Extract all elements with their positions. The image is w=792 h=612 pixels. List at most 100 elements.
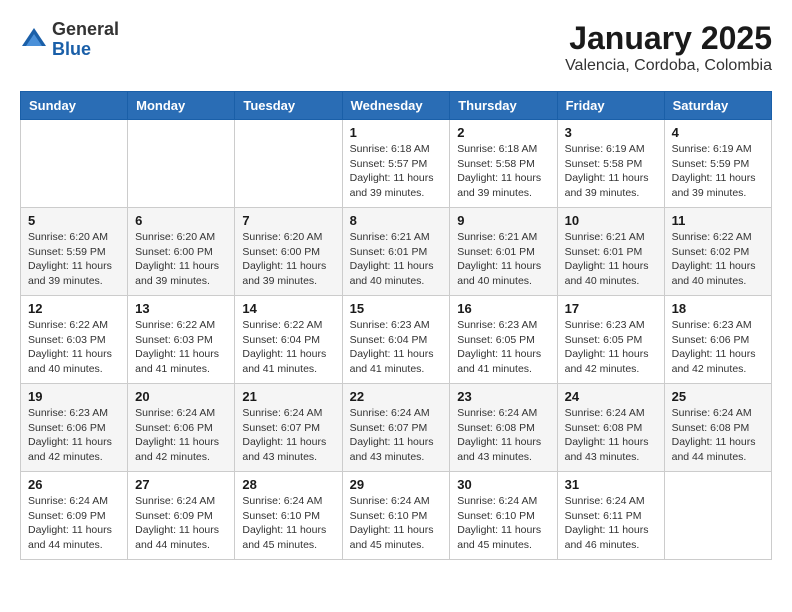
calendar-cell: 5 Sunrise: 6:20 AM Sunset: 5:59 PM Daylig… <box>21 208 128 296</box>
calendar-cell: 24Sunrise: 6:24 AM Sunset: 6:08 PM Dayli… <box>557 384 664 472</box>
calendar-cell: 16Sunrise: 6:23 AM Sunset: 6:05 PM Dayli… <box>450 296 557 384</box>
calendar-header-tuesday: Tuesday <box>235 92 342 120</box>
calendar-cell: 12 Sunrise: 6:22 AM Sunset: 6:03 PM Dayli… <box>21 296 128 384</box>
calendar-cell: 27 Sunrise: 6:24 AM Sunset: 6:09 PM Dayli… <box>128 472 235 560</box>
day-number: 18 <box>672 301 764 316</box>
day-info: Sunrise: 6:20 AM Sunset: 5:59 PM Dayligh… <box>28 230 120 289</box>
calendar-cell: 28Sunrise: 6:24 AM Sunset: 6:10 PM Dayli… <box>235 472 342 560</box>
day-number: 1 <box>350 125 443 140</box>
calendar-week-row: 1 Sunrise: 6:18 AM Sunset: 5:57 PM Daylig… <box>21 120 772 208</box>
calendar-cell: 29 Sunrise: 6:24 AM Sunset: 6:10 PM Dayli… <box>342 472 450 560</box>
calendar-week-row: 5 Sunrise: 6:20 AM Sunset: 5:59 PM Daylig… <box>21 208 772 296</box>
calendar-cell: 20 Sunrise: 6:24 AM Sunset: 6:06 PM Dayli… <box>128 384 235 472</box>
day-info: Sunrise: 6:21 AM Sunset: 6:01 PM Dayligh… <box>565 230 657 289</box>
logo-text: General Blue <box>52 20 119 60</box>
calendar-cell: 19Sunrise: 6:23 AM Sunset: 6:06 PM Dayli… <box>21 384 128 472</box>
calendar-week-row: 12 Sunrise: 6:22 AM Sunset: 6:03 PM Dayli… <box>21 296 772 384</box>
calendar-cell: 21Sunrise: 6:24 AM Sunset: 6:07 PM Dayli… <box>235 384 342 472</box>
calendar-cell: 31Sunrise: 6:24 AM Sunset: 6:11 PM Dayli… <box>557 472 664 560</box>
day-info: Sunrise: 6:22 AM Sunset: 6:03 PM Dayligh… <box>28 318 120 377</box>
calendar-cell <box>664 472 771 560</box>
day-number: 13 <box>135 301 227 316</box>
day-number: 25 <box>672 389 764 404</box>
day-number: 3 <box>565 125 657 140</box>
day-info: Sunrise: 6:23 AM Sunset: 6:04 PM Dayligh… <box>350 318 443 377</box>
calendar-cell: 10 Sunrise: 6:21 AM Sunset: 6:01 PM Dayli… <box>557 208 664 296</box>
day-number: 20 <box>135 389 227 404</box>
day-number: 9 <box>457 213 549 228</box>
calendar-cell: 30 Sunrise: 6:24 AM Sunset: 6:10 PM Dayli… <box>450 472 557 560</box>
day-number: 10 <box>565 213 657 228</box>
day-number: 17 <box>565 301 657 316</box>
calendar-cell <box>21 120 128 208</box>
calendar-cell: 1 Sunrise: 6:18 AM Sunset: 5:57 PM Daylig… <box>342 120 450 208</box>
day-info: Sunrise: 6:24 AM Sunset: 6:08 PM Dayligh… <box>672 406 764 465</box>
calendar-cell: 22 Sunrise: 6:24 AM Sunset: 6:07 PM Dayli… <box>342 384 450 472</box>
calendar-table: SundayMondayTuesdayWednesdayThursdayFrid… <box>20 91 772 560</box>
day-info: Sunrise: 6:20 AM Sunset: 6:00 PM Dayligh… <box>135 230 227 289</box>
calendar-cell: 11 Sunrise: 6:22 AM Sunset: 6:02 PM Dayli… <box>664 208 771 296</box>
day-number: 6 <box>135 213 227 228</box>
calendar-cell: 15Sunrise: 6:23 AM Sunset: 6:04 PM Dayli… <box>342 296 450 384</box>
day-number: 7 <box>242 213 334 228</box>
calendar-cell: 13 Sunrise: 6:22 AM Sunset: 6:03 PM Dayli… <box>128 296 235 384</box>
day-info: Sunrise: 6:24 AM Sunset: 6:10 PM Dayligh… <box>457 494 549 553</box>
logo-general: General <box>52 20 119 40</box>
page-header: General Blue January 2025 Valencia, Cord… <box>20 20 772 75</box>
calendar-cell: 6 Sunrise: 6:20 AM Sunset: 6:00 PM Daylig… <box>128 208 235 296</box>
day-info: Sunrise: 6:24 AM Sunset: 6:06 PM Dayligh… <box>135 406 227 465</box>
day-info: Sunrise: 6:21 AM Sunset: 6:01 PM Dayligh… <box>457 230 549 289</box>
calendar-cell: 2Sunrise: 6:18 AM Sunset: 5:58 PM Daylig… <box>450 120 557 208</box>
day-info: Sunrise: 6:24 AM Sunset: 6:08 PM Dayligh… <box>457 406 549 465</box>
day-number: 5 <box>28 213 120 228</box>
day-number: 21 <box>242 389 334 404</box>
day-number: 2 <box>457 125 549 140</box>
day-number: 26 <box>28 477 120 492</box>
day-number: 31 <box>565 477 657 492</box>
day-number: 29 <box>350 477 443 492</box>
page-title: January 2025 <box>565 20 772 57</box>
day-info: Sunrise: 6:19 AM Sunset: 5:59 PM Dayligh… <box>672 142 764 201</box>
calendar-header-thursday: Thursday <box>450 92 557 120</box>
title-block: January 2025 Valencia, Cordoba, Colombia <box>565 20 772 75</box>
day-number: 16 <box>457 301 549 316</box>
day-info: Sunrise: 6:22 AM Sunset: 6:02 PM Dayligh… <box>672 230 764 289</box>
calendar-header-saturday: Saturday <box>664 92 771 120</box>
day-info: Sunrise: 6:22 AM Sunset: 6:03 PM Dayligh… <box>135 318 227 377</box>
calendar-cell: 18Sunrise: 6:23 AM Sunset: 6:06 PM Dayli… <box>664 296 771 384</box>
calendar-cell <box>128 120 235 208</box>
day-number: 28 <box>242 477 334 492</box>
calendar-cell: 26 Sunrise: 6:24 AM Sunset: 6:09 PM Dayli… <box>21 472 128 560</box>
day-info: Sunrise: 6:18 AM Sunset: 5:57 PM Dayligh… <box>350 142 443 201</box>
calendar-header-wednesday: Wednesday <box>342 92 450 120</box>
calendar-header-row: SundayMondayTuesdayWednesdayThursdayFrid… <box>21 92 772 120</box>
logo: General Blue <box>20 20 119 60</box>
calendar-header-friday: Friday <box>557 92 664 120</box>
day-info: Sunrise: 6:20 AM Sunset: 6:00 PM Dayligh… <box>242 230 334 289</box>
logo-blue: Blue <box>52 40 119 60</box>
calendar-cell: 23 Sunrise: 6:24 AM Sunset: 6:08 PM Dayli… <box>450 384 557 472</box>
calendar-cell <box>235 120 342 208</box>
day-number: 22 <box>350 389 443 404</box>
logo-icon <box>20 26 48 54</box>
day-info: Sunrise: 6:24 AM Sunset: 6:09 PM Dayligh… <box>28 494 120 553</box>
day-info: Sunrise: 6:24 AM Sunset: 6:09 PM Dayligh… <box>135 494 227 553</box>
day-number: 12 <box>28 301 120 316</box>
day-number: 27 <box>135 477 227 492</box>
calendar-cell: 9 Sunrise: 6:21 AM Sunset: 6:01 PM Daylig… <box>450 208 557 296</box>
calendar-cell: 4 Sunrise: 6:19 AM Sunset: 5:59 PM Daylig… <box>664 120 771 208</box>
calendar-cell: 17 Sunrise: 6:23 AM Sunset: 6:05 PM Dayli… <box>557 296 664 384</box>
day-number: 30 <box>457 477 549 492</box>
calendar-header-sunday: Sunday <box>21 92 128 120</box>
day-info: Sunrise: 6:23 AM Sunset: 6:06 PM Dayligh… <box>28 406 120 465</box>
day-number: 23 <box>457 389 549 404</box>
day-info: Sunrise: 6:23 AM Sunset: 6:05 PM Dayligh… <box>565 318 657 377</box>
day-info: Sunrise: 6:24 AM Sunset: 6:07 PM Dayligh… <box>350 406 443 465</box>
day-info: Sunrise: 6:24 AM Sunset: 6:10 PM Dayligh… <box>350 494 443 553</box>
day-number: 4 <box>672 125 764 140</box>
day-number: 11 <box>672 213 764 228</box>
day-number: 8 <box>350 213 443 228</box>
calendar-week-row: 19Sunrise: 6:23 AM Sunset: 6:06 PM Dayli… <box>21 384 772 472</box>
day-number: 14 <box>242 301 334 316</box>
calendar-cell: 7 Sunrise: 6:20 AM Sunset: 6:00 PM Daylig… <box>235 208 342 296</box>
